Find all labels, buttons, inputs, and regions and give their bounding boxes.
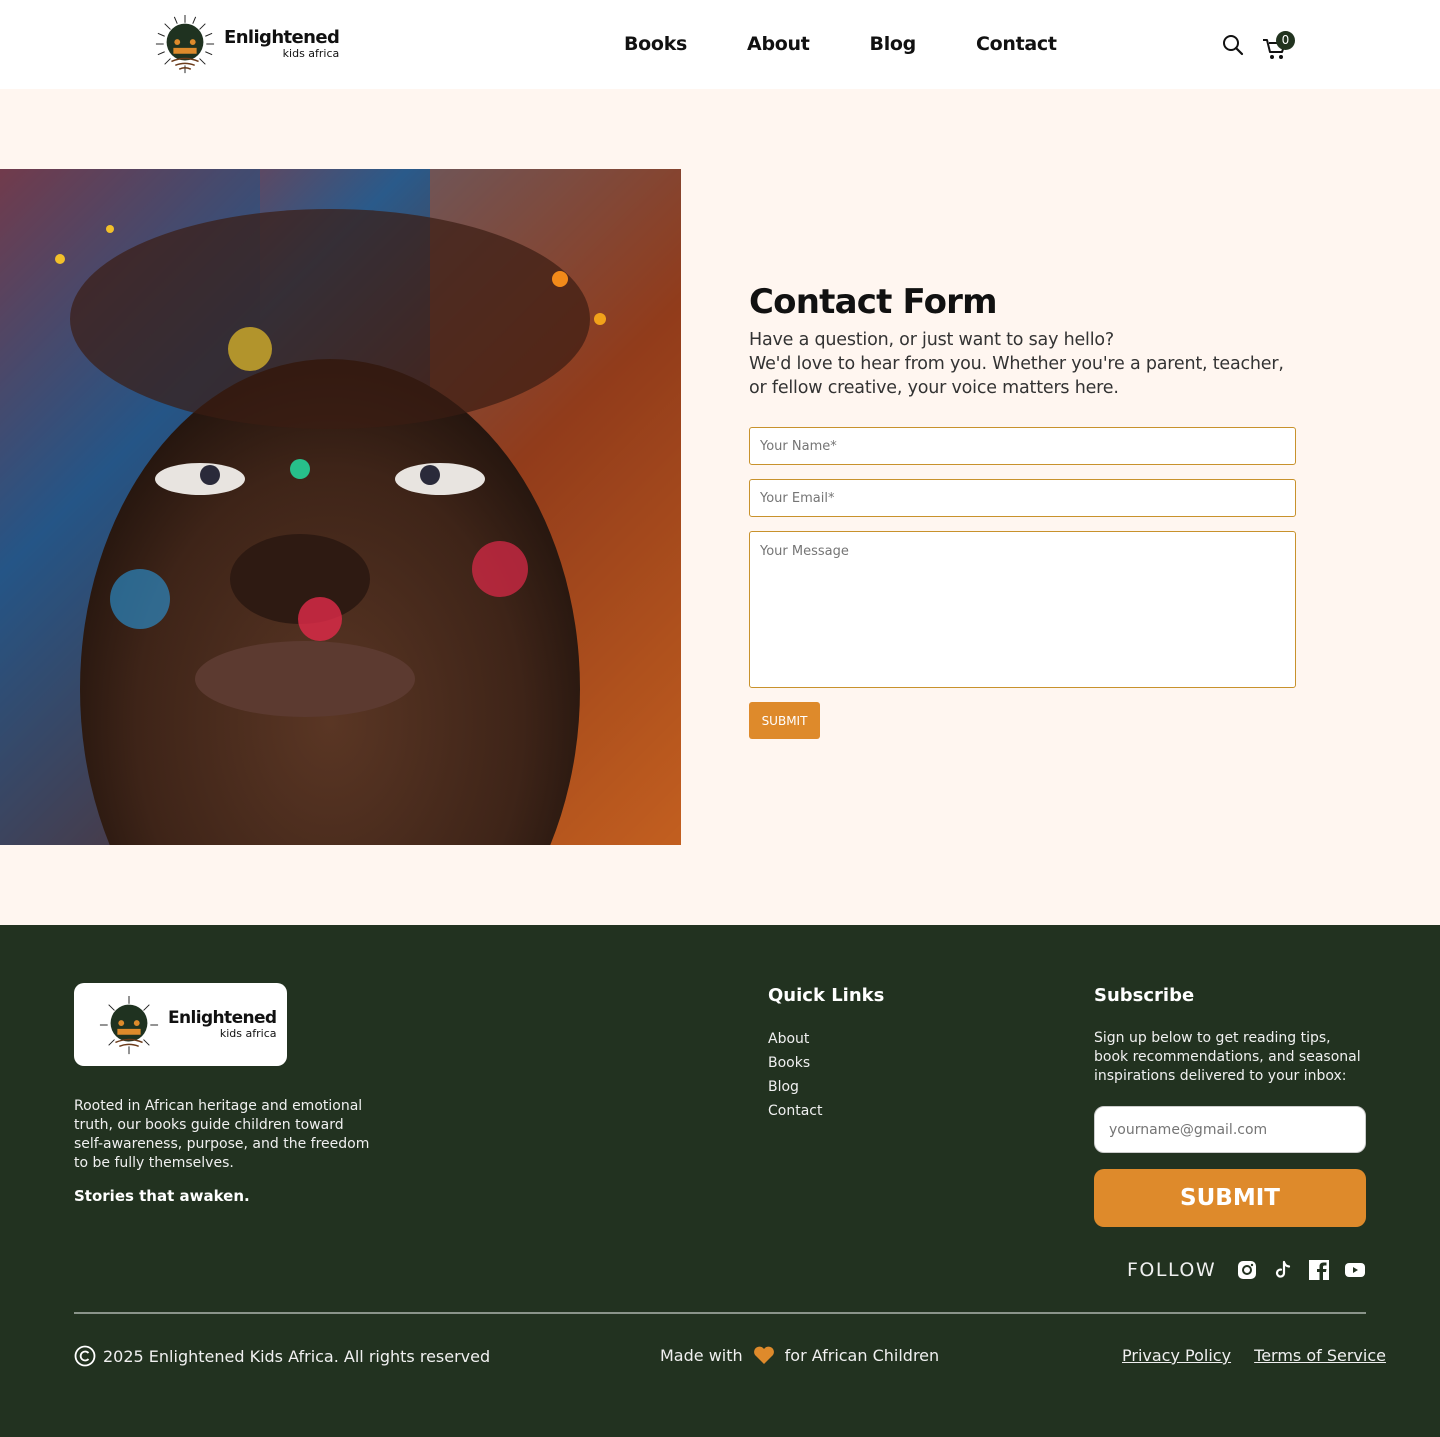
cart-count-badge: 0	[1276, 31, 1295, 50]
quick-links-title: Quick Links	[768, 985, 885, 1006]
tiktok-icon[interactable]	[1272, 1259, 1294, 1281]
contact-form-subtitle: Have a question, or just want to say hel…	[749, 328, 1296, 400]
quick-links-list: About Books Blog Contact	[768, 1027, 822, 1123]
terms-of-service-link[interactable]: Terms of Service	[1254, 1346, 1386, 1365]
quick-link-blog[interactable]: Blog	[768, 1075, 822, 1099]
site-header: Enlightened kids africa Books About Blog…	[0, 0, 1440, 89]
made-for-text: for African Children	[784, 1345, 940, 1365]
quick-link-books[interactable]: Books	[768, 1051, 822, 1075]
footer-about-text: Rooted in African heritage and emotional…	[74, 1098, 370, 1171]
contact-submit-button[interactable]: SUBMIT	[749, 702, 820, 739]
search-icon[interactable]	[1222, 34, 1244, 56]
nav-contact[interactable]: Contact	[976, 33, 1057, 55]
footer-brand-sub: kids africa	[219, 1027, 277, 1040]
copyright-icon	[74, 1345, 96, 1367]
privacy-policy-link[interactable]: Privacy Policy	[1122, 1346, 1231, 1365]
footer-divider	[74, 1312, 1366, 1314]
subtitle-line-2: We'd love to hear from you. Whether you'…	[749, 354, 1284, 398]
facebook-icon[interactable]	[1308, 1259, 1330, 1281]
nav-blog[interactable]: Blog	[870, 33, 917, 55]
message-field[interactable]	[749, 531, 1296, 688]
nav-books[interactable]: Books	[624, 33, 687, 55]
name-field[interactable]	[749, 427, 1296, 465]
youtube-icon[interactable]	[1344, 1259, 1366, 1281]
subscribe-submit-button[interactable]: SUBMIT	[1094, 1169, 1366, 1227]
brand-sub: kids africa	[282, 47, 340, 60]
contact-section: Contact Form Have a question, or just wa…	[0, 89, 1440, 925]
email-field[interactable]	[749, 479, 1296, 517]
made-with: Made with for African Children	[660, 1345, 939, 1365]
copyright-text: 2025 Enlightened Kids Africa. All rights…	[103, 1346, 491, 1366]
contact-form-title: Contact Form	[749, 282, 998, 322]
hero-image	[0, 169, 681, 845]
subtitle-line-1: Have a question, or just want to say hel…	[749, 330, 1114, 350]
footer-brand-name: Enlightened	[168, 1008, 277, 1028]
follow-label: FOLLOW	[1127, 1259, 1217, 1281]
copyright: 2025 Enlightened Kids Africa. All rights…	[74, 1345, 490, 1367]
sun-tree-emblem-icon	[99, 995, 159, 1054]
quick-link-contact[interactable]: Contact	[768, 1099, 822, 1123]
sun-tree-emblem-icon	[155, 14, 215, 74]
nav-about[interactable]: About	[747, 33, 810, 55]
brand-name: Enlightened	[224, 27, 340, 48]
painted-face-illustration	[0, 169, 681, 845]
footer-logo[interactable]: Enlightened kids africa	[74, 983, 287, 1066]
site-logo[interactable]: Enlightened kids africa	[154, 12, 340, 76]
made-with-text: Made with	[660, 1345, 743, 1365]
quick-link-about[interactable]: About	[768, 1027, 822, 1051]
heart-icon	[753, 1346, 774, 1364]
site-footer: Enlightened kids africa Rooted in Africa…	[0, 925, 1440, 1437]
main-nav: Books About Blog Contact	[624, 33, 1117, 55]
subscribe-text: Sign up below to get reading tips, book …	[1094, 1030, 1361, 1084]
social-links	[1236, 1259, 1380, 1281]
subscribe-title: Subscribe	[1094, 985, 1195, 1006]
legal-links: Privacy Policy Terms of Service	[1122, 1346, 1386, 1365]
subscribe-email-input[interactable]	[1094, 1106, 1366, 1153]
footer-tagline: Stories that awaken.	[74, 1187, 250, 1205]
instagram-icon[interactable]	[1236, 1259, 1258, 1281]
contact-form: Contact Form Have a question, or just wa…	[749, 282, 1296, 739]
